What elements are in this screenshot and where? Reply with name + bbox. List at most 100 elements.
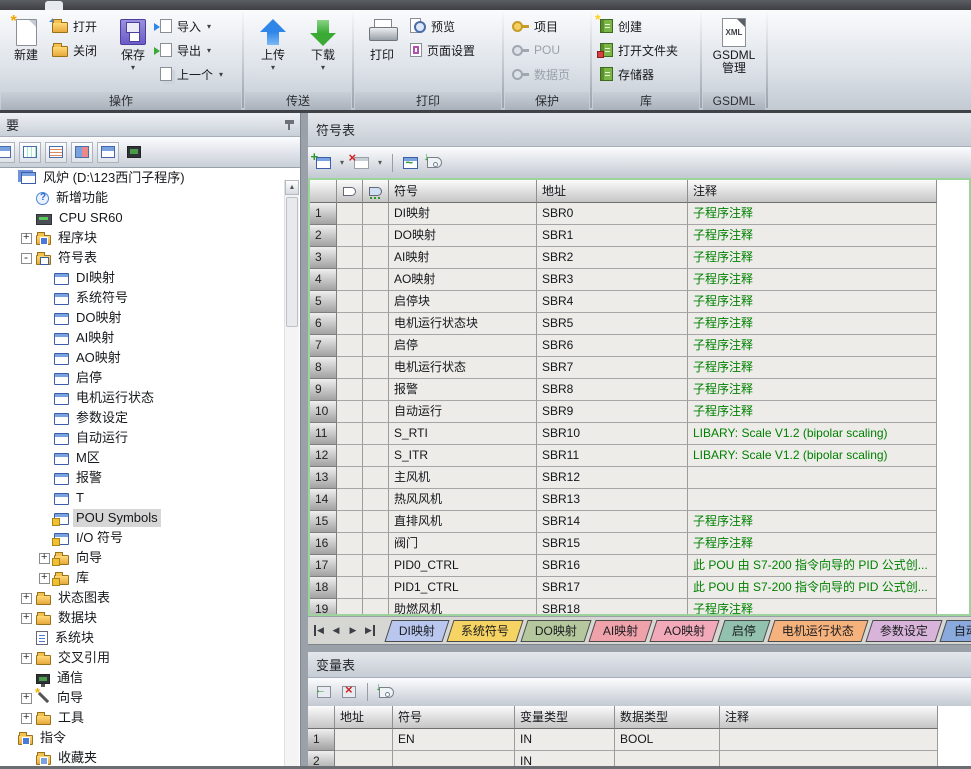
symbol-cell[interactable]: PID0_CTRL xyxy=(389,555,537,577)
flag-cell[interactable] xyxy=(337,379,363,401)
comment-cell[interactable]: 子程序注释 xyxy=(688,203,937,225)
symbol-table-tab[interactable]: 启停 xyxy=(717,620,770,642)
tree-item[interactable]: POU Symbols xyxy=(0,508,300,528)
var-type-cell[interactable]: IN xyxy=(515,729,615,751)
symbol-cell[interactable]: S_RTI xyxy=(389,423,537,445)
expander-icon[interactable] xyxy=(39,373,50,384)
flag-cell[interactable] xyxy=(337,533,363,555)
address-column-header[interactable]: 地址 xyxy=(537,180,688,203)
address-cell[interactable]: SBR14 xyxy=(537,511,688,533)
panel-splitter[interactable] xyxy=(300,113,308,769)
expander-icon[interactable] xyxy=(21,253,32,264)
symbol-cell[interactable]: S_ITR xyxy=(389,445,537,467)
row-number[interactable]: 8 xyxy=(310,357,337,379)
expander-icon[interactable] xyxy=(21,713,32,724)
flag-cell[interactable] xyxy=(363,269,389,291)
expander-icon[interactable] xyxy=(21,593,32,604)
table-row[interactable]: 6 电机运行状态块 SBR5 子程序注释 xyxy=(310,313,937,335)
expander-icon[interactable] xyxy=(21,193,32,204)
tree-item[interactable]: 新增功能 xyxy=(0,188,300,208)
communication-toolbar-button[interactable] xyxy=(123,142,145,163)
tree-item[interactable]: 向导 xyxy=(0,688,300,708)
previous-button[interactable]: 上一个 xyxy=(156,62,238,86)
flag-cell[interactable] xyxy=(337,225,363,247)
next-tab-button[interactable] xyxy=(345,623,361,639)
save-button[interactable]: 保存 xyxy=(110,13,156,72)
tree-item[interactable]: 向导 xyxy=(0,548,300,568)
expander-icon[interactable] xyxy=(39,413,50,424)
expander-icon[interactable] xyxy=(3,733,14,744)
table-row[interactable]: 9 报警 SBR8 子程序注释 xyxy=(310,379,937,401)
flag-cell[interactable] xyxy=(337,269,363,291)
address-cell[interactable]: SBR1 xyxy=(537,225,688,247)
flag-cell[interactable] xyxy=(363,401,389,423)
flag-cell[interactable] xyxy=(337,445,363,467)
row-number[interactable]: 3 xyxy=(310,247,337,269)
comment-cell[interactable]: 子程序注释 xyxy=(688,357,937,379)
address-cell[interactable]: SBR3 xyxy=(537,269,688,291)
expander-icon[interactable] xyxy=(39,353,50,364)
new-button[interactable]: 新建 xyxy=(4,13,48,62)
row-number[interactable]: 11 xyxy=(310,423,337,445)
symbol-cell[interactable]: AO映射 xyxy=(389,269,537,291)
expander-icon[interactable] xyxy=(39,393,50,404)
tree-item[interactable]: 系统块 xyxy=(0,628,300,648)
tree-item[interactable]: 风炉 (D:\123西门子程序) xyxy=(0,168,300,188)
flag-cell[interactable] xyxy=(363,555,389,577)
tree-item[interactable]: 库 xyxy=(0,568,300,588)
address-cell[interactable]: SBR6 xyxy=(537,335,688,357)
delete-row-button[interactable] xyxy=(339,682,359,702)
comment-cell[interactable] xyxy=(720,729,938,751)
symbol-cell[interactable]: 热风风机 xyxy=(389,489,537,511)
tree-scrollbar[interactable]: ▲ xyxy=(284,180,299,769)
row-number[interactable]: 6 xyxy=(310,313,337,335)
symbol-cell[interactable]: DI映射 xyxy=(389,203,537,225)
table-row[interactable]: 18 PID1_CTRL SBR17 此 POU 由 S7-200 指令向导的 … xyxy=(310,577,937,599)
symbol-cell[interactable]: 阀门 xyxy=(389,533,537,555)
tree-item[interactable]: AO映射 xyxy=(0,348,300,368)
address-cell[interactable]: SBR15 xyxy=(537,533,688,555)
pin-icon[interactable] xyxy=(285,119,294,131)
symbol-table-tab[interactable]: DO映射 xyxy=(520,620,591,642)
symbol-cell[interactable]: 启停 xyxy=(389,335,537,357)
expander-icon[interactable] xyxy=(39,513,50,524)
comment-column-header[interactable]: 注释 xyxy=(688,180,937,203)
table-row[interactable]: 11 S_RTI SBR10 LIBARY: Scale V1.2 (bipol… xyxy=(310,423,937,445)
library-open-folder-button[interactable]: 打开文件夹 xyxy=(596,38,696,62)
flag-cell[interactable] xyxy=(337,291,363,313)
delete-symbol-dropdown[interactable]: ▾ xyxy=(375,153,385,173)
tree-item[interactable]: 启停 xyxy=(0,368,300,388)
page-setup-button[interactable]: 页面设置 xyxy=(406,38,498,62)
flag-cell[interactable] xyxy=(337,313,363,335)
symbol-cell[interactable]: 主风机 xyxy=(389,467,537,489)
table-row[interactable]: 14 热风风机 SBR13 xyxy=(310,489,937,511)
expander-icon[interactable] xyxy=(39,493,50,504)
comment-cell[interactable]: 子程序注释 xyxy=(688,313,937,335)
symbol-cell[interactable]: 启停块 xyxy=(389,291,537,313)
upload-button[interactable]: 上传 xyxy=(248,13,298,72)
flag-cell[interactable] xyxy=(363,203,389,225)
flag-cell[interactable] xyxy=(363,357,389,379)
expander-icon[interactable] xyxy=(39,313,50,324)
row-number[interactable]: 14 xyxy=(310,489,337,511)
expander-icon[interactable] xyxy=(21,213,32,224)
protect-pou-button[interactable]: POU xyxy=(508,38,586,62)
insert-symbol-dropdown[interactable]: ▾ xyxy=(337,153,347,173)
address-cell[interactable]: SBR10 xyxy=(537,423,688,445)
open-button[interactable]: 打开 xyxy=(48,14,110,38)
row-number[interactable]: 4 xyxy=(310,269,337,291)
tree-item[interactable]: 通信 xyxy=(0,668,300,688)
table-row[interactable]: 5 启停块 SBR4 子程序注释 xyxy=(310,291,937,313)
expander-icon[interactable] xyxy=(21,673,32,684)
expander-icon[interactable] xyxy=(39,473,50,484)
expander-icon[interactable] xyxy=(21,653,32,664)
row-number[interactable]: 10 xyxy=(310,401,337,423)
tree-item[interactable]: DI映射 xyxy=(0,268,300,288)
symbol-cell[interactable]: 直排风机 xyxy=(389,511,537,533)
symbol-table-tab[interactable]: AI映射 xyxy=(588,620,652,642)
expander-icon[interactable] xyxy=(39,433,50,444)
address-cell[interactable]: SBR7 xyxy=(537,357,688,379)
expander-icon[interactable] xyxy=(21,693,32,704)
expander-icon[interactable] xyxy=(39,293,50,304)
flag-cell[interactable] xyxy=(363,511,389,533)
